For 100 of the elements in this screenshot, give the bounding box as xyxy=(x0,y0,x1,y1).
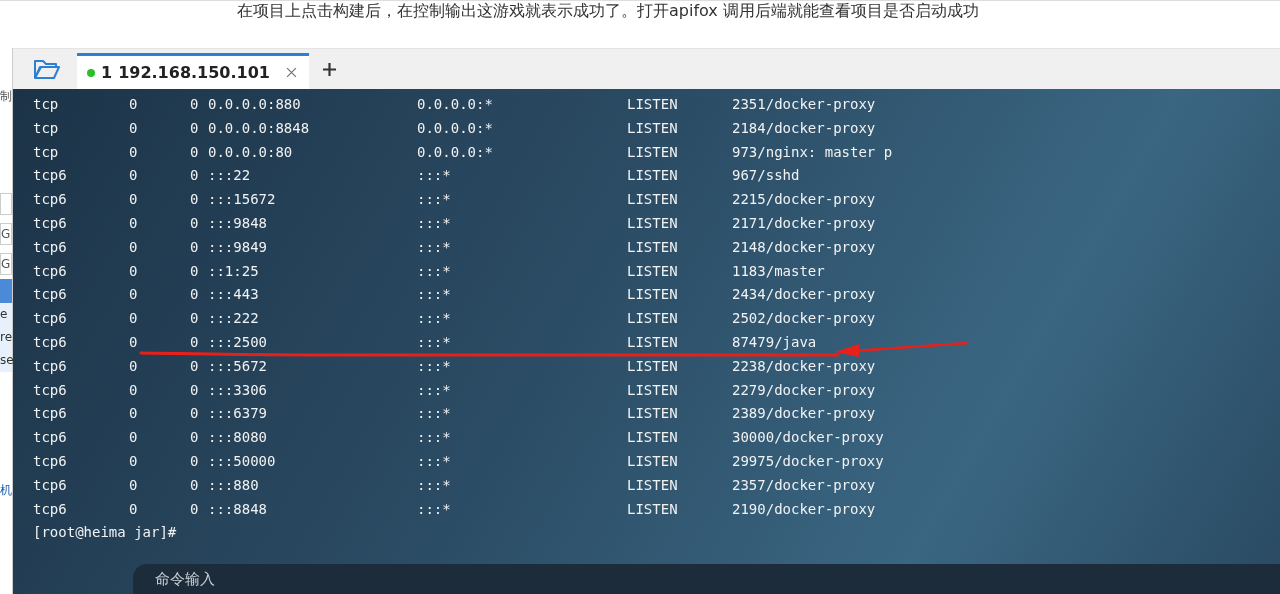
terminal-text: 0 xyxy=(190,118,200,138)
terminal-text: tcp6 xyxy=(33,404,68,424)
terminal-text: tcp6 xyxy=(33,309,68,329)
terminal-text: 0 xyxy=(190,95,200,114)
terminal-text: :::* xyxy=(417,499,452,519)
terminal-text: 0 xyxy=(129,475,139,495)
terminal-text: 2190/docker-proxy xyxy=(732,499,876,519)
terminal-text: 0 xyxy=(129,404,139,424)
terminal-text: LISTEN xyxy=(627,95,679,114)
terminal-text: 0 xyxy=(190,309,200,329)
terminal-text: tcp6 xyxy=(33,428,68,448)
terminal-text: 0 xyxy=(190,356,200,376)
terminal-text: 0 xyxy=(129,309,139,329)
side-list-item[interactable]: se xyxy=(0,349,12,372)
side-input-field[interactable] xyxy=(0,193,12,215)
terminal-text: tcp6 xyxy=(33,380,68,400)
terminal-text: :::* xyxy=(417,309,452,329)
terminal-text: 0 xyxy=(129,118,139,138)
session-tab[interactable]: 1 192.168.150.101 xyxy=(77,53,309,89)
terminal-text: 2148/docker-proxy xyxy=(732,237,876,257)
terminal-text: LISTEN xyxy=(627,261,679,281)
side-label: 制 xyxy=(0,88,12,105)
terminal-text: 0 xyxy=(190,166,200,186)
terminal-text: :::* xyxy=(417,475,452,495)
terminal-text: LISTEN xyxy=(627,499,679,519)
terminal-text: 0.0.0.0:880 xyxy=(208,95,302,114)
terminal-text: 0 xyxy=(190,499,200,519)
terminal-text: 0 xyxy=(129,190,139,210)
terminal-text: 2502/docker-proxy xyxy=(732,309,876,329)
terminal-text: 0 xyxy=(129,356,139,376)
terminal-text: LISTEN xyxy=(627,475,679,495)
terminal-text: 29975/docker-proxy xyxy=(732,451,884,471)
terminal-text: 0 xyxy=(129,261,139,281)
terminal-text: 30000/docker-proxy xyxy=(732,428,884,448)
terminal-text: tcp6 xyxy=(33,214,68,233)
terminal-text: 0 xyxy=(129,95,139,114)
terminal-text: :::3306 xyxy=(208,380,268,400)
terminal-text: 2171/docker-proxy xyxy=(732,214,876,233)
terminal-text: LISTEN xyxy=(627,380,679,400)
terminal-text: ::1:25 xyxy=(208,261,260,281)
terminal-text: 0 xyxy=(190,428,200,448)
terminal-text: :::443 xyxy=(208,285,260,305)
terminal-text: tcp6 xyxy=(33,285,68,305)
terminal-text: 2238/docker-proxy xyxy=(732,356,876,376)
add-tab-icon[interactable] xyxy=(322,62,336,76)
terminal-text: :::* xyxy=(417,285,452,305)
terminal-text: 0.0.0.0:* xyxy=(417,95,494,114)
folder-icon[interactable] xyxy=(33,58,61,80)
terminal-text: 967/sshd xyxy=(732,166,800,186)
terminal-text: 0 xyxy=(190,261,200,281)
side-input-field[interactable]: G xyxy=(0,253,12,275)
terminal-text: 0 xyxy=(190,237,200,257)
terminal-text: :::6379 xyxy=(208,404,268,424)
terminal-text: 0.0.0.0:* xyxy=(417,142,494,162)
terminal-text: 0 xyxy=(129,332,139,352)
terminal-text: 0 xyxy=(129,142,139,162)
terminal-text: 2434/docker-proxy xyxy=(732,285,876,305)
terminal-text: :::* xyxy=(417,356,452,376)
terminal-text: :::* xyxy=(417,237,452,257)
terminal-text: tcp6 xyxy=(33,332,68,352)
terminal-text: LISTEN xyxy=(627,332,679,352)
article-text: 在项目上点击构建后，在控制输出这游戏就表示成功了。打开apifox 调用后端就能查看项目是否启动成功 xyxy=(237,1,979,20)
terminal-text: tcp6 xyxy=(33,475,68,495)
terminal-text: :::2500 xyxy=(208,332,268,352)
terminal-text: :::15672 xyxy=(208,190,277,210)
terminal-text: LISTEN xyxy=(627,356,679,376)
terminal-text: :::* xyxy=(417,261,452,281)
terminal-text: :::50000 xyxy=(208,451,277,471)
terminal-text: :::* xyxy=(417,380,452,400)
side-input-field[interactable]: G xyxy=(0,223,12,245)
terminal-text: 2389/docker-proxy xyxy=(732,404,876,424)
shell-prompt: [root@heima jar]# xyxy=(33,523,177,543)
terminal-text: LISTEN xyxy=(627,118,679,138)
terminal-text: 0 xyxy=(129,214,139,233)
terminal-text: :::22 xyxy=(208,166,252,186)
terminal-text: 0 xyxy=(190,142,200,162)
terminal-text: tcp6 xyxy=(33,356,68,376)
terminal-text: :::5672 xyxy=(208,356,268,376)
terminal-text: 0 xyxy=(190,214,200,233)
terminal-text: 2357/docker-proxy xyxy=(732,475,876,495)
side-list-item[interactable]: e xyxy=(0,303,12,326)
terminal-text: 0 xyxy=(190,190,200,210)
terminal-text: 0.0.0.0:80 xyxy=(208,142,294,162)
terminal-text: 2351/docker-proxy xyxy=(732,95,876,114)
terminal-text: tcp6 xyxy=(33,261,68,281)
terminal-text: 0.0.0.0:* xyxy=(417,118,494,138)
terminal-text: 0 xyxy=(190,285,200,305)
terminal-text: LISTEN xyxy=(627,166,679,186)
close-icon[interactable] xyxy=(285,67,297,78)
terminal-text: 0 xyxy=(129,451,139,471)
terminal-text: tcp6 xyxy=(33,166,68,186)
terminal-text: LISTEN xyxy=(627,237,679,257)
terminal-text: 0.0.0.0:8848 xyxy=(208,118,311,138)
command-input[interactable]: 命令输入 xyxy=(153,569,357,589)
terminal-text: 0 xyxy=(129,237,139,257)
terminal-text: 0 xyxy=(129,428,139,448)
terminal-text: :::9849 xyxy=(208,237,268,257)
terminal-text: LISTEN xyxy=(627,428,679,448)
side-list-item[interactable]: re xyxy=(0,326,12,349)
terminal-text: LISTEN xyxy=(627,285,679,305)
